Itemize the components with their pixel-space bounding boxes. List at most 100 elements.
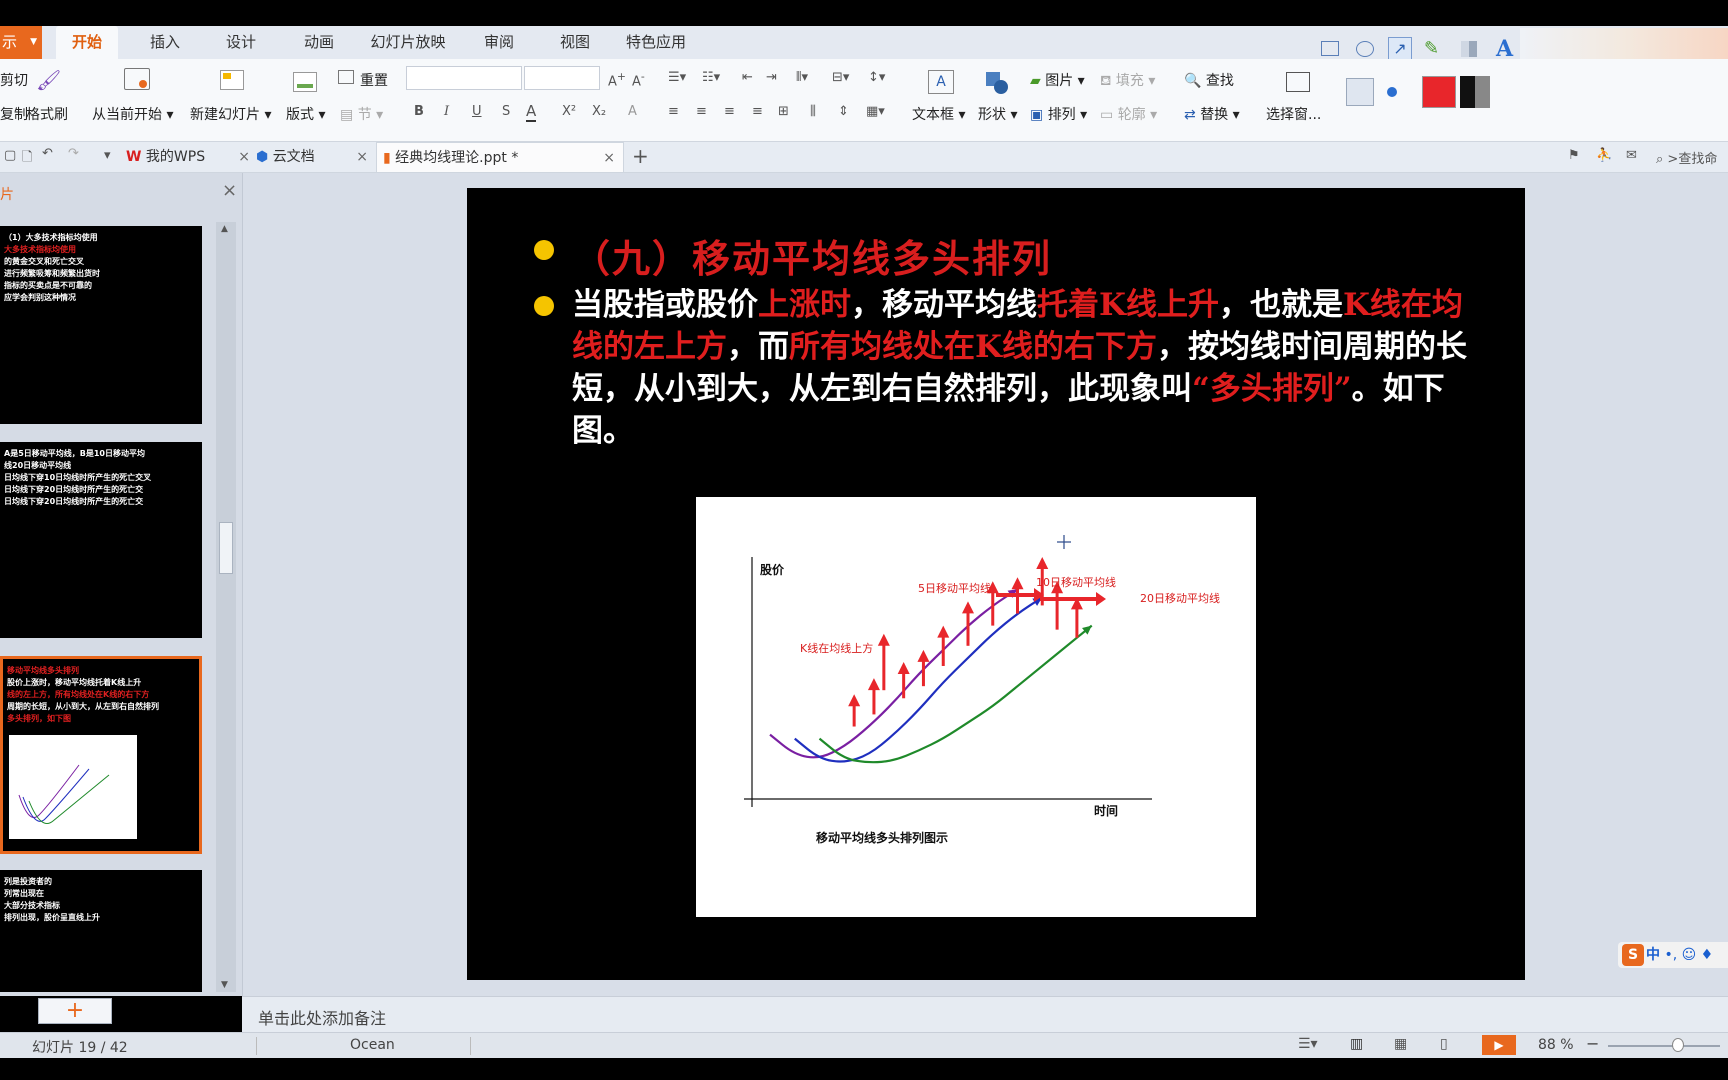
- tab-special[interactable]: 特色应用: [622, 26, 690, 59]
- layout-icon[interactable]: [293, 72, 317, 92]
- scroll-up-icon[interactable]: ▲: [221, 224, 228, 234]
- slide-thumbnail-17[interactable]: （1）大多技术指标均使用 大多技术指标均使用 的黄金交叉和死亡交叉 进行频繁吸筹…: [0, 226, 202, 424]
- clear-format-icon[interactable]: A: [628, 104, 637, 119]
- cut-button[interactable]: 剪切: [0, 70, 28, 90]
- slide-thumbnail-20[interactable]: 列是投资者的 列常出现在 大部分技术指标 排列出现，股价呈直线上升: [0, 870, 202, 992]
- slide-thumbnail-19-selected[interactable]: 移动平均线多头排列 股价上涨时，移动平均线托着K线上升 线的左上方，所有均线处在…: [0, 656, 202, 854]
- decrease-font-icon[interactable]: A-: [632, 70, 645, 89]
- new-slide-icon[interactable]: [220, 70, 244, 90]
- print-preview-icon[interactable]: 🗋: [22, 148, 32, 170]
- new-tab-plus-icon[interactable]: +: [632, 144, 649, 168]
- line-spacing-icon[interactable]: ↕▾: [868, 70, 885, 85]
- align-right-icon[interactable]: ≡: [724, 104, 735, 119]
- distribute-icon[interactable]: ⊞: [778, 104, 789, 119]
- shape-style-dot[interactable]: [1387, 87, 1397, 97]
- format-painter-button[interactable]: 格式刷: [26, 104, 68, 124]
- share-icon[interactable]: ⚑: [1568, 148, 1580, 163]
- paragraph-settings-icon[interactable]: ▦▾: [866, 104, 885, 119]
- ime-toolbar[interactable]: S中 •, ☺ ♦: [1618, 942, 1728, 968]
- add-slide-button[interactable]: +: [38, 998, 112, 1024]
- columns-icon[interactable]: ⫼: [810, 104, 816, 119]
- textbox-button[interactable]: 文本框 ▾: [912, 104, 965, 124]
- decrease-indent-icon[interactable]: ⇤: [742, 70, 753, 85]
- save-icon[interactable]: ▢: [4, 148, 16, 163]
- align-left-icon[interactable]: ≡: [668, 104, 679, 119]
- section-button[interactable]: ▤ 节 ▾: [340, 104, 383, 124]
- quick-access-menu-icon[interactable]: ▾: [104, 148, 111, 163]
- replace-button[interactable]: ⇄ 替换 ▾: [1184, 104, 1240, 124]
- reading-view-icon[interactable]: ▯: [1440, 1036, 1448, 1052]
- tab-my-wps[interactable]: W 我的WPS ×: [126, 142, 250, 172]
- font-name-combo[interactable]: [406, 66, 522, 90]
- redo-icon[interactable]: ↷: [68, 146, 79, 161]
- zoom-out-icon[interactable]: −: [1586, 1034, 1599, 1053]
- fill-color-swatch[interactable]: [1422, 76, 1456, 108]
- bold-icon[interactable]: B: [414, 104, 424, 119]
- notes-pane[interactable]: 单击此处添加备注: [242, 996, 1728, 1033]
- notes-toggle-icon[interactable]: ☰▾: [1298, 1036, 1318, 1052]
- new-slide-button[interactable]: 新建幻灯片 ▾: [190, 104, 271, 124]
- justify-icon[interactable]: ≡: [752, 104, 763, 119]
- arrange-button[interactable]: ▣ 排列 ▾: [1030, 104, 1087, 124]
- undo-icon[interactable]: ↶: [42, 146, 53, 161]
- italic-icon[interactable]: I: [444, 104, 449, 119]
- textbox-icon[interactable]: A: [928, 70, 954, 94]
- copy-button[interactable]: 复制: [0, 104, 28, 124]
- pen-icon[interactable]: ✎: [1424, 38, 1439, 59]
- reset-icon[interactable]: [338, 70, 354, 84]
- comment-icon[interactable]: ✉: [1626, 148, 1637, 163]
- paragraph-spacing-icon[interactable]: ⇕: [838, 104, 849, 119]
- shape-button[interactable]: 形状 ▾: [978, 104, 1017, 124]
- tab-cloud-docs[interactable]: ⬢ 云文档 ×: [256, 142, 368, 172]
- user-icon[interactable]: ⛹: [1596, 148, 1612, 163]
- font-color-icon[interactable]: A: [526, 102, 537, 122]
- shape-style-box[interactable]: [1346, 78, 1374, 106]
- shadow-icon[interactable]: S: [502, 104, 510, 119]
- zoom-slider-thumb[interactable]: [1672, 1038, 1684, 1052]
- play-from-current-icon[interactable]: [124, 68, 150, 90]
- scroll-thumb[interactable]: [219, 522, 233, 574]
- close-icon[interactable]: ×: [356, 142, 368, 172]
- color-palette-swatch[interactable]: [1460, 76, 1490, 108]
- slide-body-text[interactable]: 当股指或股价上涨时，移动平均线托着K线上升，也就是K线在均线的左上方，而所有均线…: [572, 284, 1472, 452]
- slide-thumbnail-18[interactable]: A是5日移动平均线，B是10日移动平均 线20日移动平均线 日均线下穿10日均线…: [0, 442, 202, 638]
- font-size-combo[interactable]: [524, 66, 600, 90]
- increase-font-icon[interactable]: A+: [608, 70, 626, 89]
- underline-icon[interactable]: U: [472, 104, 482, 119]
- reset-button[interactable]: 重置: [360, 70, 388, 90]
- fill-button[interactable]: ⛾ 填充 ▾: [1100, 70, 1155, 91]
- zoom-slider-track[interactable]: [1608, 1045, 1720, 1047]
- layout-button[interactable]: 版式 ▾: [286, 104, 325, 124]
- moving-average-chart-image[interactable]: 股价 时间 移动平均线多头排列图示 5日移动平均线 10日移动平均线 20日移动…: [696, 497, 1256, 917]
- align-text-icon[interactable]: ⊟▾: [832, 70, 849, 85]
- superscript-icon[interactable]: X²: [562, 104, 576, 119]
- slideshow-play-icon[interactable]: ▶: [1482, 1035, 1516, 1055]
- tab-home[interactable]: 开始: [56, 26, 118, 59]
- tab-current-document[interactable]: ▮ 经典均线理论.ppt * ×: [376, 142, 624, 172]
- thumbnail-scrollbar[interactable]: ▲ ▼: [216, 222, 236, 992]
- grid-style-icon[interactable]: [1461, 41, 1477, 57]
- format-painter-icon[interactable]: 🖌: [36, 68, 61, 92]
- find-button[interactable]: 🔍 查找: [1184, 70, 1234, 90]
- slide-sorter-icon[interactable]: ▦: [1394, 1036, 1407, 1052]
- zoom-level[interactable]: 88 %: [1538, 1037, 1574, 1053]
- tab-design[interactable]: 设计: [216, 26, 266, 59]
- tab-view[interactable]: 视图: [550, 26, 600, 59]
- tab-review[interactable]: 审阅: [474, 26, 524, 59]
- outline-button[interactable]: ▭ 轮廓 ▾: [1100, 104, 1157, 124]
- numbering-icon[interactable]: ☷▾: [702, 70, 720, 85]
- tab-slideshow[interactable]: 幻灯片放映: [366, 26, 450, 59]
- tab-animation[interactable]: 动画: [294, 26, 344, 59]
- bullets-icon[interactable]: ☰▾: [668, 70, 686, 85]
- text-direction-icon[interactable]: ⫴▾: [796, 70, 808, 85]
- ellipse-shape-icon[interactable]: [1356, 41, 1374, 57]
- close-icon[interactable]: ×: [238, 142, 250, 172]
- app-menu-button[interactable]: 示 ▼: [0, 26, 42, 59]
- rectangle-shape-icon[interactable]: [1321, 41, 1339, 56]
- increase-indent-icon[interactable]: ⇥: [766, 70, 777, 85]
- align-center-icon[interactable]: ≡: [696, 104, 707, 119]
- close-icon[interactable]: ×: [603, 143, 615, 173]
- subscript-icon[interactable]: X₂: [592, 104, 606, 119]
- arrow-shape-icon[interactable]: ↗: [1388, 37, 1412, 61]
- from-current-button[interactable]: 从当前开始 ▾: [92, 104, 173, 124]
